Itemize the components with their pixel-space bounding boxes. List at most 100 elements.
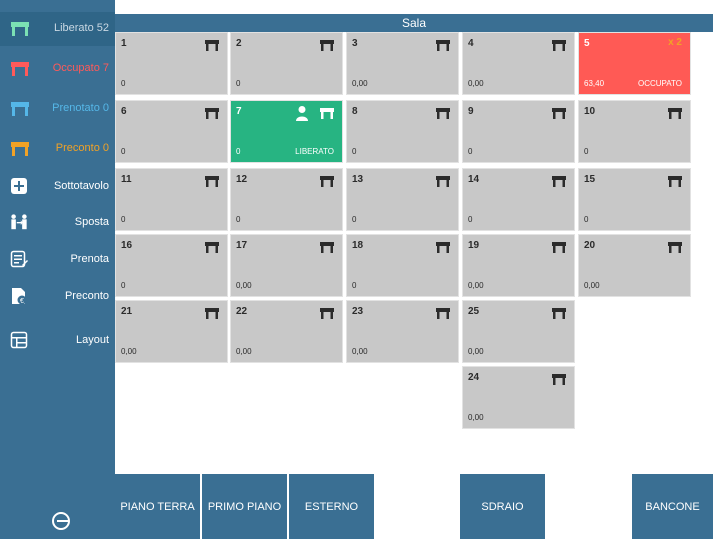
table-tile[interactable]: 20 0,00	[578, 234, 691, 297]
table-tile[interactable]: 22 0,00	[230, 300, 343, 363]
table-tile[interactable]: 10 0	[578, 100, 691, 163]
table-amount: 0	[468, 215, 473, 224]
table-number: 10	[584, 106, 596, 117]
table-icon	[436, 308, 450, 319]
svg-text:€: €	[20, 298, 24, 305]
layout-button[interactable]: Layout	[0, 322, 115, 358]
table-number: 7	[236, 106, 242, 117]
table-tile[interactable]: 19 0,00	[462, 234, 575, 297]
table-tile[interactable]: 11 0	[115, 168, 228, 231]
sidebar: Liberato 52 Occupato 7 Prenotato 0 Preco…	[0, 0, 115, 539]
table-amount: 0,00	[468, 79, 484, 88]
table-tile[interactable]: 4 0,00	[462, 32, 575, 95]
table-icon	[205, 108, 219, 119]
tab-esterno[interactable]: ESTERNO	[289, 474, 374, 539]
table-icon	[11, 22, 29, 36]
table-tile[interactable]: 24 0,00	[462, 366, 575, 429]
table-icon	[205, 308, 219, 319]
status-liberato[interactable]: Liberato 52	[0, 12, 115, 46]
table-icon	[205, 40, 219, 51]
tab-sdraio[interactable]: SDRAIO	[460, 474, 545, 539]
table-amount: 0,00	[468, 347, 484, 356]
table-tile[interactable]: 90	[462, 100, 575, 163]
table-amount: 0	[352, 147, 357, 156]
table-icon	[552, 242, 566, 253]
table-amount: 0,00	[584, 281, 600, 290]
table-tile[interactable]: 14 0	[462, 168, 575, 231]
prenota-button[interactable]: Prenota	[0, 241, 115, 277]
table-tile[interactable]: 18 0	[346, 234, 459, 297]
table-icon	[436, 40, 450, 51]
table-icon	[320, 108, 334, 119]
status-liberato-label: Liberato 52	[53, 22, 109, 34]
table-amount: 0	[121, 147, 126, 156]
table-icon	[436, 176, 450, 187]
table-tile[interactable]: 80	[346, 100, 459, 163]
table-tile[interactable]: 25 0,00	[462, 300, 575, 363]
table-tile[interactable]: 20	[230, 32, 343, 95]
sposta-button[interactable]: Sposta	[0, 204, 115, 240]
table-amount: 0	[236, 147, 241, 156]
table-icon	[11, 102, 29, 116]
table-amount: 0	[121, 215, 126, 224]
layout-icon	[10, 331, 28, 349]
status-occupato[interactable]: Occupato 7	[0, 52, 115, 86]
table-tile[interactable]: 23 0,00	[346, 300, 459, 363]
plus-square-icon	[11, 178, 27, 194]
logout-icon[interactable]	[52, 512, 70, 530]
table-tile[interactable]: 3 0,00	[346, 32, 459, 95]
table-number: 14	[468, 174, 480, 185]
table-amount: 0	[584, 215, 589, 224]
table-number: 3	[352, 38, 358, 49]
table-tile[interactable]: 17 0,00	[230, 234, 343, 297]
table-icon	[436, 242, 450, 253]
tab-bancone[interactable]: BANCONE	[632, 474, 713, 539]
table-amount: 0,00	[236, 281, 252, 290]
table-amount: 0	[352, 215, 357, 224]
tab-piano-terra[interactable]: PIANO TERRA	[115, 474, 200, 539]
table-tile[interactable]: 12 0	[230, 168, 343, 231]
table-tile[interactable]: 15 0	[578, 168, 691, 231]
sposta-label: Sposta	[74, 216, 109, 228]
table-icon	[205, 242, 219, 253]
tab-primo-piano[interactable]: PRIMO PIANO	[202, 474, 287, 539]
table-tile[interactable]: 5 x 2 63,40 OCCUPATO	[578, 32, 691, 95]
table-amount: 0,00	[352, 79, 368, 88]
table-tile[interactable]: 7 0 LIBERATO	[230, 100, 343, 163]
table-icon	[552, 374, 566, 385]
table-amount: 0	[236, 215, 241, 224]
preconto-button[interactable]: € Preconto	[0, 278, 115, 314]
table-amount: 0,00	[468, 413, 484, 422]
table-icon	[668, 242, 682, 253]
room-tabs-bar: PIANO TERRA PRIMO PIANO ESTERNO SDRAIO B…	[115, 474, 713, 539]
table-amount: 0,00	[121, 347, 137, 356]
table-icon	[436, 108, 450, 119]
table-tile[interactable]: 60	[115, 100, 228, 163]
table-number: 23	[352, 306, 364, 317]
table-icon	[320, 40, 334, 51]
status-prenotato[interactable]: Prenotato 0	[0, 92, 115, 126]
status-preconto-label: Preconto 0	[55, 142, 109, 154]
table-tile[interactable]: 16 0	[115, 234, 228, 297]
table-icon	[11, 142, 29, 156]
table-tile[interactable]: 13 0	[346, 168, 459, 231]
table-tile[interactable]: 21 0,00	[115, 300, 228, 363]
preconto-label: Preconto	[64, 290, 109, 302]
table-tile[interactable]: 10	[115, 32, 228, 95]
table-number: 24	[468, 372, 480, 383]
table-number: 8	[352, 106, 358, 117]
table-status: OCCUPATO	[637, 79, 682, 88]
status-prenotato-label: Prenotato 0	[52, 102, 109, 114]
table-amount: 0	[352, 281, 357, 290]
booking-icon	[10, 250, 28, 268]
sottotavolo-button[interactable]: Sottotavolo	[0, 168, 115, 204]
table-number: 12	[236, 174, 248, 185]
table-icon	[552, 108, 566, 119]
table-cover: x 2	[668, 37, 682, 48]
sottotavolo-label: Sottotavolo	[53, 180, 109, 192]
table-icon	[668, 176, 682, 187]
table-icon	[552, 176, 566, 187]
table-number: 22	[236, 306, 248, 317]
table-number: 4	[468, 38, 474, 49]
status-preconto[interactable]: Preconto 0	[0, 132, 115, 166]
